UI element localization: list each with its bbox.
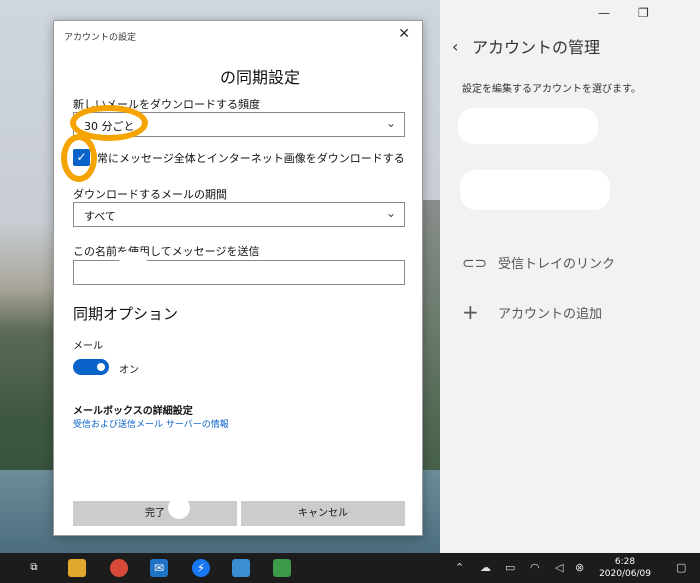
- close-icon[interactable]: ✕: [398, 26, 410, 42]
- download-period-label: ダウンロードするメールの期間: [73, 186, 227, 202]
- pane-header: ‹ アカウントの管理: [452, 34, 600, 58]
- redacted-account-1[interactable]: [458, 108, 598, 144]
- annotation-circle-checkbox: [61, 134, 97, 182]
- chevron-up-icon[interactable]: ⌃: [455, 561, 464, 574]
- chevron-down-icon: ⌄: [386, 206, 396, 220]
- notification-icon[interactable]: ▢: [676, 561, 686, 574]
- advanced-mailbox-settings-title: メールボックスの詳細設定: [73, 402, 193, 417]
- account-settings-dialog: アカウントの設定 ✕ の同期設定 新しいメールをダウンロードする頻度 30 分ご…: [53, 20, 423, 536]
- add-account-label: アカウントの追加: [498, 303, 602, 322]
- mail-sync-toggle[interactable]: [73, 359, 109, 375]
- file-explorer-icon[interactable]: [68, 559, 86, 577]
- linked-inboxes-link[interactable]: ⊂⊃ 受信トレイのリンク: [462, 253, 615, 272]
- volume-icon[interactable]: ◁: [555, 561, 563, 574]
- download-period-value: すべて: [84, 208, 116, 224]
- link-icon: ⊂⊃: [462, 254, 498, 272]
- chevron-down-icon: ⌄: [386, 116, 396, 130]
- toggle-knob: [97, 363, 105, 371]
- mail-toggle-state: オン: [119, 361, 139, 376]
- clock-date: 2020/06/09: [590, 568, 660, 580]
- sync-options-heading: 同期オプション: [73, 303, 178, 324]
- add-account-link[interactable]: + アカウントの追加: [462, 300, 602, 324]
- dialog-title: アカウントの設定: [64, 30, 136, 43]
- done-button[interactable]: 完了: [73, 501, 237, 526]
- redacted-account-2[interactable]: [460, 170, 610, 210]
- download-period-select[interactable]: すべて ⌄: [73, 202, 405, 227]
- clock-time: 6:28: [590, 556, 660, 568]
- cloud-icon[interactable]: ☁: [480, 561, 491, 574]
- minimize-button[interactable]: —: [598, 6, 610, 20]
- full-download-label: 常にメッセージ全体とインターネット画像をダウンロードする: [97, 150, 405, 166]
- messenger-icon[interactable]: ⚡: [192, 559, 210, 577]
- send-name-input[interactable]: [73, 260, 405, 285]
- taskbar-clock[interactable]: 6:28 2020/06/09: [590, 556, 660, 580]
- restore-button[interactable]: ❐: [638, 6, 649, 20]
- taskbar: ⧉ ✉ ⚡ ⌃ ☁ ▭ ◠ ◁ ⊗ 6:28 2020/06/09 ▢: [0, 553, 700, 583]
- battery-icon[interactable]: ▭: [505, 561, 515, 574]
- plus-icon: +: [462, 300, 498, 324]
- mute-icon[interactable]: ⊗: [575, 561, 584, 574]
- sync-settings-heading: の同期設定: [54, 64, 422, 88]
- pane-hint: 設定を編集するアカウントを選びます。: [462, 80, 641, 95]
- app-icon-2[interactable]: [273, 559, 291, 577]
- mail-toggle-label: メール: [73, 337, 103, 352]
- send-name-label: この名前を使用してメッセージを送信: [73, 243, 259, 259]
- task-view-icon[interactable]: ⧉: [25, 559, 43, 577]
- server-info-link[interactable]: 受信および送信メール サーバーの情報: [73, 417, 229, 430]
- linked-inboxes-label: 受信トレイのリンク: [498, 253, 615, 272]
- manage-accounts-pane: ‹ アカウントの管理 設定を編集するアカウントを選びます。 ⊂⊃ 受信トレイのリ…: [440, 0, 700, 553]
- app-icon[interactable]: [232, 559, 250, 577]
- redaction-mark: [118, 252, 148, 262]
- mail-app-icon[interactable]: ✉: [150, 559, 168, 577]
- redaction-dot: [168, 497, 190, 519]
- pane-title: アカウントの管理: [472, 34, 600, 58]
- cancel-button[interactable]: キャンセル: [241, 501, 405, 526]
- wifi-icon[interactable]: ◠: [530, 561, 540, 574]
- back-arrow-icon[interactable]: ‹: [452, 37, 472, 56]
- chrome-icon[interactable]: [110, 559, 128, 577]
